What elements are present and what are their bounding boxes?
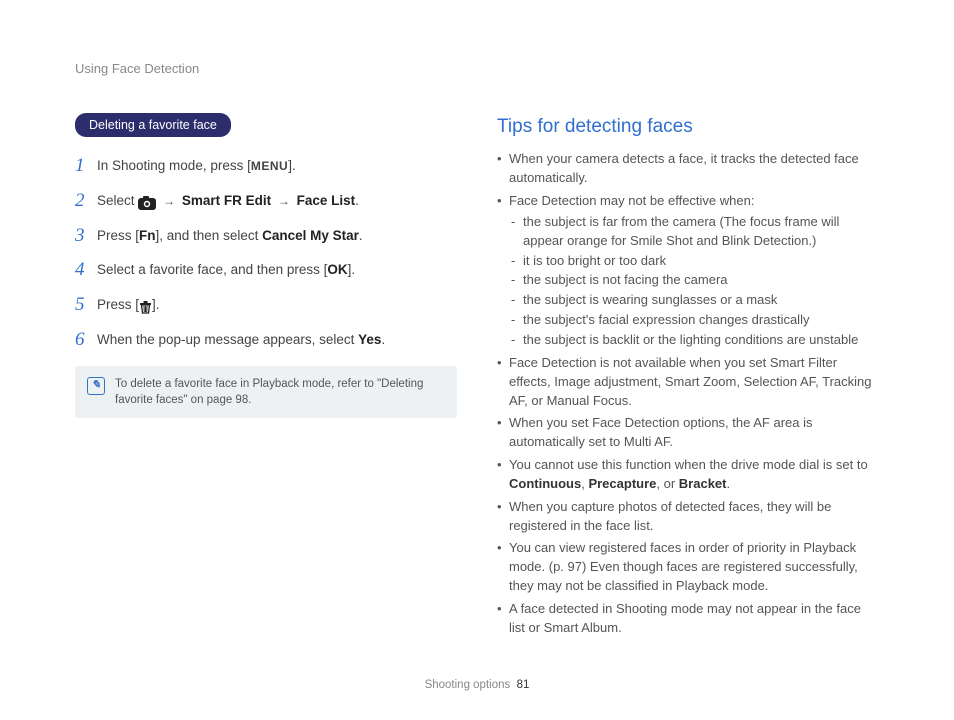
note-text: To delete a favorite face in Playback mo… xyxy=(115,376,445,408)
step-text: Select → Smart FR Edit → Face List. xyxy=(97,190,359,213)
step-6: 6 When the pop-up message appears, selec… xyxy=(75,329,457,352)
step-number: 5 xyxy=(75,294,97,317)
fn-icon-label: Fn xyxy=(139,228,156,243)
tip-item: When your camera detects a face, it trac… xyxy=(497,150,879,188)
step-number: 2 xyxy=(75,190,97,213)
arrow-icon: → xyxy=(275,194,293,208)
step-text: Press [Fn], and then select Cancel My St… xyxy=(97,225,363,246)
footer-section: Shooting options xyxy=(425,679,511,691)
page-number: 81 xyxy=(517,679,530,691)
tip-subitem: the subject is not facing the camera xyxy=(509,271,879,290)
tips-list: When your camera detects a face, it trac… xyxy=(497,150,879,637)
tip-item: When you capture photos of detected face… xyxy=(497,498,879,536)
step-text: In Shooting mode, press [MENU]. xyxy=(97,155,296,176)
tip-subitem: the subject is backlit or the lighting c… xyxy=(509,331,879,350)
step-4: 4 Select a favorite face, and then press… xyxy=(75,259,457,282)
step-3: 3 Press [Fn], and then select Cancel My … xyxy=(75,225,457,248)
tip-subitem: the subject's facial expression changes … xyxy=(509,311,879,330)
arrow-icon: → xyxy=(160,194,178,208)
step-text: Press []. xyxy=(97,294,160,317)
step-1: 1 In Shooting mode, press [MENU]. xyxy=(75,155,457,178)
note-box: ✎ To delete a favorite face in Playback … xyxy=(75,366,457,418)
trash-icon xyxy=(139,297,152,317)
tip-subitem: it is too bright or too dark xyxy=(509,252,879,271)
note-icon: ✎ xyxy=(87,377,105,395)
step-number: 1 xyxy=(75,155,97,178)
tips-heading: Tips for detecting faces xyxy=(497,113,879,141)
ok-icon-label: OK xyxy=(327,262,347,277)
tip-item: You cannot use this function when the dr… xyxy=(497,456,879,494)
breadcrumb: Using Face Detection xyxy=(75,60,879,79)
page-footer: Shooting options 81 xyxy=(0,677,954,694)
camera-icon xyxy=(138,193,156,213)
tip-subitem: the subject is far from the camera (The … xyxy=(509,213,879,251)
section-pill: Deleting a favorite face xyxy=(75,113,231,137)
left-column: Deleting a favorite face 1 In Shooting m… xyxy=(75,113,457,642)
steps-list: 1 In Shooting mode, press [MENU]. 2 Sele… xyxy=(75,155,457,352)
tip-item: Face Detection may not be effective when… xyxy=(497,192,879,350)
right-column: Tips for detecting faces When your camer… xyxy=(497,113,879,642)
step-2: 2 Select → Smart FR Edit → Face List. xyxy=(75,190,457,213)
step-number: 4 xyxy=(75,259,97,282)
tip-item: You can view registered faces in order o… xyxy=(497,539,879,596)
tip-item: When you set Face Detection options, the… xyxy=(497,414,879,452)
tip-sublist: the subject is far from the camera (The … xyxy=(509,213,879,350)
tip-item: A face detected in Shooting mode may not… xyxy=(497,600,879,638)
step-number: 3 xyxy=(75,225,97,248)
step-text: Select a favorite face, and then press [… xyxy=(97,259,355,280)
step-text: When the pop-up message appears, select … xyxy=(97,329,385,350)
step-5: 5 Press []. xyxy=(75,294,457,317)
step-number: 6 xyxy=(75,329,97,352)
menu-icon-label: MENU xyxy=(251,159,288,173)
tip-subitem: the subject is wearing sunglasses or a m… xyxy=(509,291,879,310)
tip-item: Face Detection is not available when you… xyxy=(497,354,879,411)
